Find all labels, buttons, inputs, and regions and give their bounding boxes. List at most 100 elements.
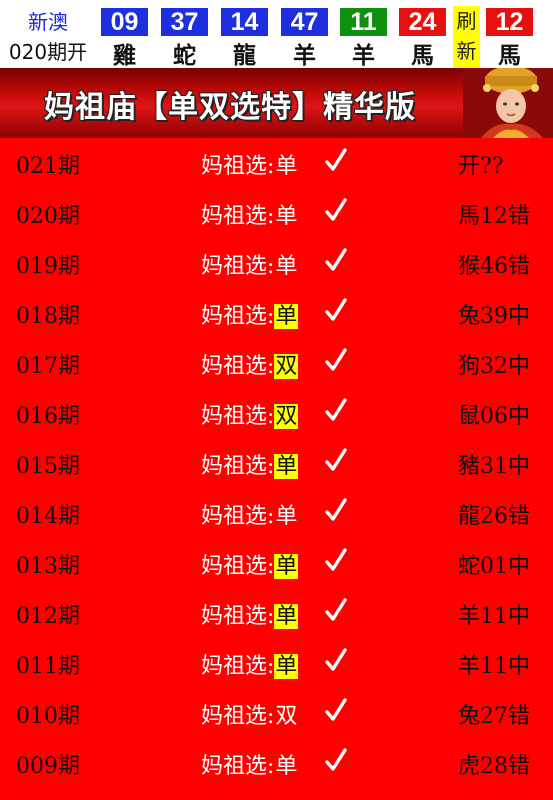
checkmark-icon [325, 398, 347, 421]
pick-label: 妈祖选: [201, 554, 275, 579]
result-ball-special: 12 馬 [482, 0, 537, 69]
period-label: 018期 [16, 304, 80, 329]
list-item: 009期 妈祖选:单 虎28错 [0, 738, 553, 788]
mazu-portrait-icon [463, 68, 553, 138]
result-ball-3: 14 龍 [217, 0, 272, 69]
ball-zodiac: 羊 [352, 42, 375, 69]
ball-zodiac: 蛇 [173, 42, 196, 69]
title-banner: 妈祖庙【单双选特】精华版 [0, 68, 553, 138]
period-label: 015期 [16, 454, 80, 479]
pick-text: 妈祖选:双 [201, 698, 298, 730]
pick-value: 单 [274, 554, 299, 579]
pick-label: 妈祖选: [201, 304, 275, 329]
result-ball-4: 47 羊 [277, 0, 332, 69]
result-text: 豬31中 [458, 454, 530, 479]
result-text: 兔27错 [458, 704, 530, 729]
checkmark-icon [325, 648, 347, 671]
pick-value: 单 [275, 254, 298, 279]
pick-text: 妈祖选:单 [201, 198, 298, 230]
pick-text: 妈祖选:双 [201, 348, 299, 380]
period-label: 021期 [16, 154, 80, 179]
list-item: 013期 妈祖选:单 蛇01中 [0, 538, 553, 588]
pick-value: 单 [274, 454, 299, 479]
pick-label: 妈祖选: [201, 604, 275, 629]
refresh-label-bottom: 新 [456, 39, 477, 63]
checkmark-icon [325, 748, 347, 771]
pick-label: 妈祖选: [201, 504, 275, 529]
pick-value: 单 [274, 654, 299, 679]
banner-title: 妈祖庙【单双选特】精华版 [44, 90, 416, 125]
checkmark-icon [325, 198, 347, 221]
checkmark-icon [325, 248, 347, 271]
checkmark-icon [325, 598, 347, 621]
ball-zodiac: 馬 [498, 42, 521, 69]
brand-name: 新澳 [28, 10, 68, 34]
result-ball-5: 11 羊 [336, 0, 391, 69]
ball-zodiac: 雞 [113, 42, 136, 69]
result-text: 虎28错 [458, 754, 530, 779]
result-text: 蛇01中 [458, 554, 530, 579]
ball-zodiac: 羊 [293, 42, 316, 69]
pick-text: 妈祖选:单 [201, 298, 299, 330]
checkmark-icon [325, 548, 347, 571]
result-text: 羊11中 [458, 604, 530, 629]
list-item: 020期 妈祖选:单 馬12错 [0, 188, 553, 238]
result-text: 猴46错 [458, 254, 530, 279]
result-text: 开?? [458, 154, 504, 179]
list-item: 019期 妈祖选:单 猴46错 [0, 238, 553, 288]
period-label: 009期 [16, 754, 80, 779]
pick-value: 单 [275, 204, 298, 229]
checkmark-icon [325, 498, 347, 521]
list-item: 015期 妈祖选:单 豬31中 [0, 438, 553, 488]
ball-number: 12 [486, 8, 533, 36]
pick-text: 妈祖选:单 [201, 598, 299, 630]
period-label: 014期 [16, 504, 80, 529]
ball-number: 37 [161, 8, 208, 36]
pick-value: 双 [275, 704, 298, 729]
period-label: 020期 [16, 204, 80, 229]
result-header: 新澳 020期开 09 雞 37 蛇 14 龍 47 羊 11 羊 24 馬 刷… [0, 0, 553, 69]
refresh-label-top: 刷 [456, 9, 477, 33]
list-item: 017期 妈祖选:双 狗32中 [0, 338, 553, 388]
list-item: 018期 妈祖选:单 兔39中 [0, 288, 553, 338]
period-label: 019期 [16, 254, 80, 279]
list-item: 014期 妈祖选:单 龍26错 [0, 488, 553, 538]
pick-label: 妈祖选: [201, 654, 275, 679]
period-label: 016期 [16, 404, 80, 429]
ball-number: 09 [101, 8, 148, 36]
pick-text: 妈祖选:单 [201, 648, 299, 680]
pick-text: 妈祖选:单 [201, 248, 298, 280]
pick-label: 妈祖选: [201, 404, 275, 429]
pick-label: 妈祖选: [201, 454, 275, 479]
checkmark-icon [325, 298, 347, 321]
result-ball-6: 24 馬 [395, 0, 450, 69]
pick-value: 双 [274, 354, 299, 379]
list-item: 010期 妈祖选:双 兔27错 [0, 688, 553, 738]
refresh-button[interactable]: 刷 新 [453, 6, 480, 68]
pick-value: 单 [275, 754, 298, 779]
list-item: 011期 妈祖选:单 羊11中 [0, 638, 553, 688]
brand-block: 新澳 020期开 [0, 0, 96, 68]
ball-zodiac: 馬 [411, 42, 434, 69]
pick-value: 单 [274, 304, 299, 329]
period-label: 011期 [16, 654, 80, 679]
checkmark-icon [325, 448, 347, 471]
pick-label: 妈祖选: [201, 254, 275, 279]
pick-text: 妈祖选:单 [201, 748, 298, 780]
result-text: 龍26错 [458, 504, 530, 529]
period-label: 013期 [16, 554, 80, 579]
result-text: 兔39中 [458, 304, 530, 329]
pick-label: 妈祖选: [201, 154, 275, 179]
list-item: 012期 妈祖选:单 羊11中 [0, 588, 553, 638]
checkmark-icon [325, 698, 347, 721]
result-text: 羊11中 [458, 654, 530, 679]
result-text: 馬12错 [458, 204, 530, 229]
pick-label: 妈祖选: [201, 204, 275, 229]
result-ball-2: 37 蛇 [157, 0, 212, 69]
result-ball-1: 09 雞 [97, 0, 152, 69]
period-label: 010期 [16, 704, 80, 729]
checkmark-icon [325, 148, 347, 171]
pick-text: 妈祖选:单 [201, 498, 298, 530]
ball-number: 47 [281, 8, 328, 36]
pick-value: 双 [274, 404, 299, 429]
